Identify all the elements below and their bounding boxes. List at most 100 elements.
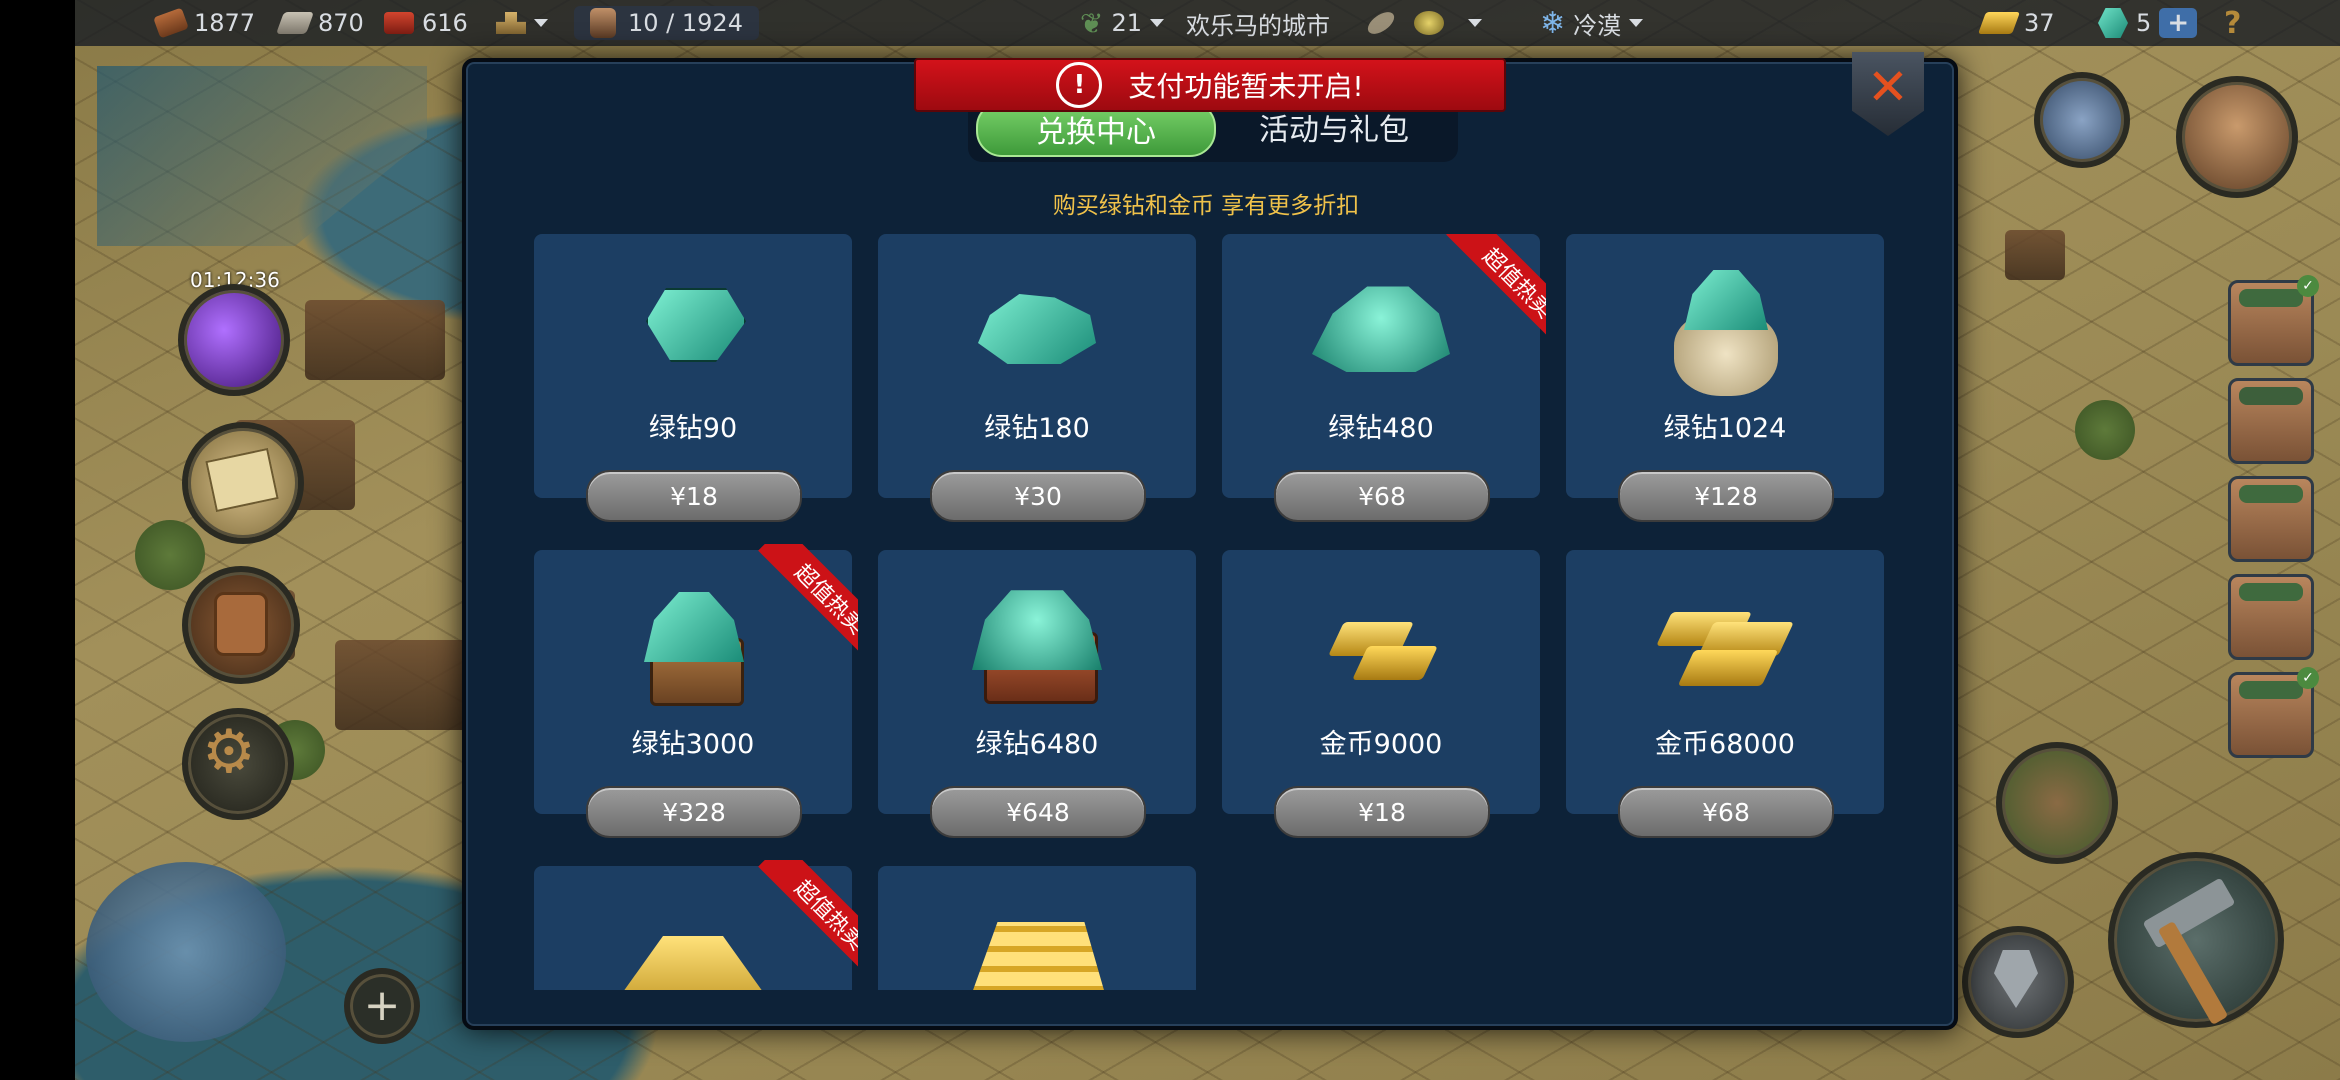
shop-subtitle: 购买绿钻和金币 享有更多折扣 xyxy=(1052,193,1360,219)
shop-item-card[interactable]: 绿钻180 ¥30 xyxy=(878,234,1196,522)
laurel-icon: ❦ xyxy=(1080,6,1104,40)
brick-count: 616 xyxy=(422,9,468,37)
check-icon: ✓ xyxy=(2297,667,2319,689)
hero-portrait-3[interactable] xyxy=(2228,476,2314,562)
feather-icon xyxy=(1364,7,1398,39)
storage-icon xyxy=(496,12,526,34)
hero-portrait-4[interactable] xyxy=(2228,574,2314,660)
add-button[interactable]: + xyxy=(344,968,420,1044)
hot-sale-label: 超值热卖 xyxy=(758,860,858,987)
buy-price-button[interactable]: ¥68 xyxy=(1618,786,1834,838)
settings-button[interactable]: ⚙ xyxy=(182,708,294,820)
close-button[interactable]: ✕ xyxy=(1852,52,1924,136)
stone-resource[interactable]: 870 xyxy=(275,0,364,46)
buy-price-button[interactable]: ¥328 xyxy=(586,786,802,838)
green-diamond-count: 5 xyxy=(2136,9,2152,37)
shovel-icon xyxy=(1994,950,2038,1008)
gold-resource[interactable]: 37 xyxy=(1977,0,2055,46)
terrain-tool-button[interactable] xyxy=(1996,742,2118,864)
brick-resource[interactable]: 616 xyxy=(384,0,468,46)
hero-portrait-2[interactable] xyxy=(2228,378,2314,464)
warning-icon: ! xyxy=(1056,62,1103,108)
stone-count: 870 xyxy=(318,9,364,37)
item-grid[interactable]: 绿钻90 ¥18 绿钻180 ¥30 超值热卖 绿钻480 ¥68 绿钻1024… xyxy=(534,234,1890,990)
chevron-down-icon xyxy=(1629,19,1644,27)
payment-disabled-alert: ! 支付功能暂未开启! xyxy=(914,58,1506,112)
population-count: 10 / 1924 xyxy=(628,9,743,37)
shovel-button[interactable] xyxy=(1962,926,2074,1038)
stone-icon xyxy=(275,12,315,34)
hammer-icon xyxy=(2142,877,2236,949)
help-button[interactable]: ? xyxy=(2224,0,2241,46)
alert-text: 支付功能暂未开启! xyxy=(1128,70,1364,103)
chevron-down-icon xyxy=(1150,19,1165,27)
green-diamond-big-chest-icon xyxy=(962,586,1112,704)
gold-count: 37 xyxy=(2024,9,2055,37)
season-label: 冷漠 xyxy=(1573,11,1622,40)
buy-price-button[interactable]: ¥648 xyxy=(930,786,1146,838)
gold-bars-mountain-icon xyxy=(958,902,1116,990)
magic-orb-button[interactable] xyxy=(178,284,290,396)
close-icon: ✕ xyxy=(1867,58,1909,116)
storage-dropdown[interactable] xyxy=(496,0,548,46)
green-diamond-resource[interactable]: 5 + xyxy=(2098,0,2198,46)
hot-sale-ribbon: 超值热卖 xyxy=(1416,234,1546,358)
wood-resource[interactable]: 1877 xyxy=(153,0,256,46)
shop-item-card[interactable]: 金币9000 ¥18 xyxy=(1222,550,1540,838)
shop-item-card[interactable]: 超值热卖 xyxy=(534,860,858,990)
item-name: 绿钻3000 xyxy=(631,729,755,760)
chevron-down-icon xyxy=(534,19,548,27)
item-name: 绿钻90 xyxy=(648,413,738,444)
population-display[interactable]: 10 / 1924 xyxy=(574,0,759,46)
bowl-icon xyxy=(1414,11,1444,35)
plus-icon: + xyxy=(2167,8,2190,38)
shop-item-card[interactable]: 绿钻6480 ¥648 xyxy=(878,550,1196,838)
shop-item-card[interactable]: 绿钻90 ¥18 xyxy=(534,234,852,522)
plus-icon: + xyxy=(363,980,401,1031)
buy-price-button[interactable]: ¥68 xyxy=(1274,470,1490,522)
hot-sale-ribbon: 超值热卖 xyxy=(728,544,858,674)
city-name: 欢乐马的城市 xyxy=(1186,0,1330,46)
item-name: 绿钻1024 xyxy=(1663,413,1787,444)
player-avatar-button[interactable] xyxy=(2176,76,2298,198)
hammer-handle xyxy=(2157,920,2229,1026)
hero-portrait-5[interactable]: ✓ xyxy=(2228,667,2319,758)
city-level-dropdown[interactable]: ❦ 21 xyxy=(1080,0,1165,46)
shop-item-card[interactable] xyxy=(878,866,1196,990)
hot-sale-label: 超值热卖 xyxy=(758,544,858,671)
brick-icon xyxy=(384,12,414,34)
snowflake-icon: ❄ xyxy=(1540,5,1566,41)
buy-price-button[interactable]: ¥128 xyxy=(1618,470,1834,522)
buy-price-button[interactable]: ¥18 xyxy=(586,470,802,522)
shop-item-card[interactable]: 绿钻1024 ¥128 xyxy=(1566,234,1884,522)
blueprint-build-button[interactable] xyxy=(86,862,286,1042)
buy-price-button[interactable]: ¥18 xyxy=(1274,786,1490,838)
food-dropdown[interactable] xyxy=(1364,0,1482,46)
map-icon xyxy=(205,447,279,513)
hero-portrait-1[interactable]: ✓ xyxy=(2228,275,2319,366)
wood-count: 1877 xyxy=(194,9,256,37)
green-diamond-sack-icon xyxy=(1650,270,1800,396)
hot-sale-label: 超值热卖 xyxy=(1446,234,1546,355)
backpack-icon xyxy=(214,592,268,656)
shop-item-card[interactable]: 金币68000 ¥68 xyxy=(1566,550,1884,838)
item-name: 金币9000 xyxy=(1319,729,1443,760)
backpack-button[interactable] xyxy=(182,566,300,684)
help-icon: ? xyxy=(2224,5,2242,41)
item-name: 金币68000 xyxy=(1655,729,1795,760)
buy-price-button[interactable]: ¥30 xyxy=(930,470,1146,522)
city-level: 21 xyxy=(1111,9,1143,37)
shop-item-card[interactable]: 超值热卖 绿钻480 ¥68 xyxy=(1222,234,1546,522)
map-quest-button[interactable] xyxy=(182,422,304,544)
gold-bar-icon xyxy=(1977,12,2021,34)
season-dropdown[interactable]: ❄ 冷漠 xyxy=(1540,0,1644,46)
gold-bars-stack-icon xyxy=(1650,586,1800,696)
gold-bars-small-icon xyxy=(1306,586,1456,696)
green-diamond-pile-icon xyxy=(962,270,1112,380)
king-portrait-button[interactable] xyxy=(2034,72,2130,168)
hammer-build-button[interactable] xyxy=(2108,852,2284,1028)
check-icon: ✓ xyxy=(2297,275,2319,297)
item-name: 绿钻480 xyxy=(1328,413,1434,444)
add-currency-button[interactable]: + xyxy=(2159,8,2198,38)
shop-item-card[interactable]: 超值热卖 绿钻3000 ¥328 xyxy=(534,544,858,838)
